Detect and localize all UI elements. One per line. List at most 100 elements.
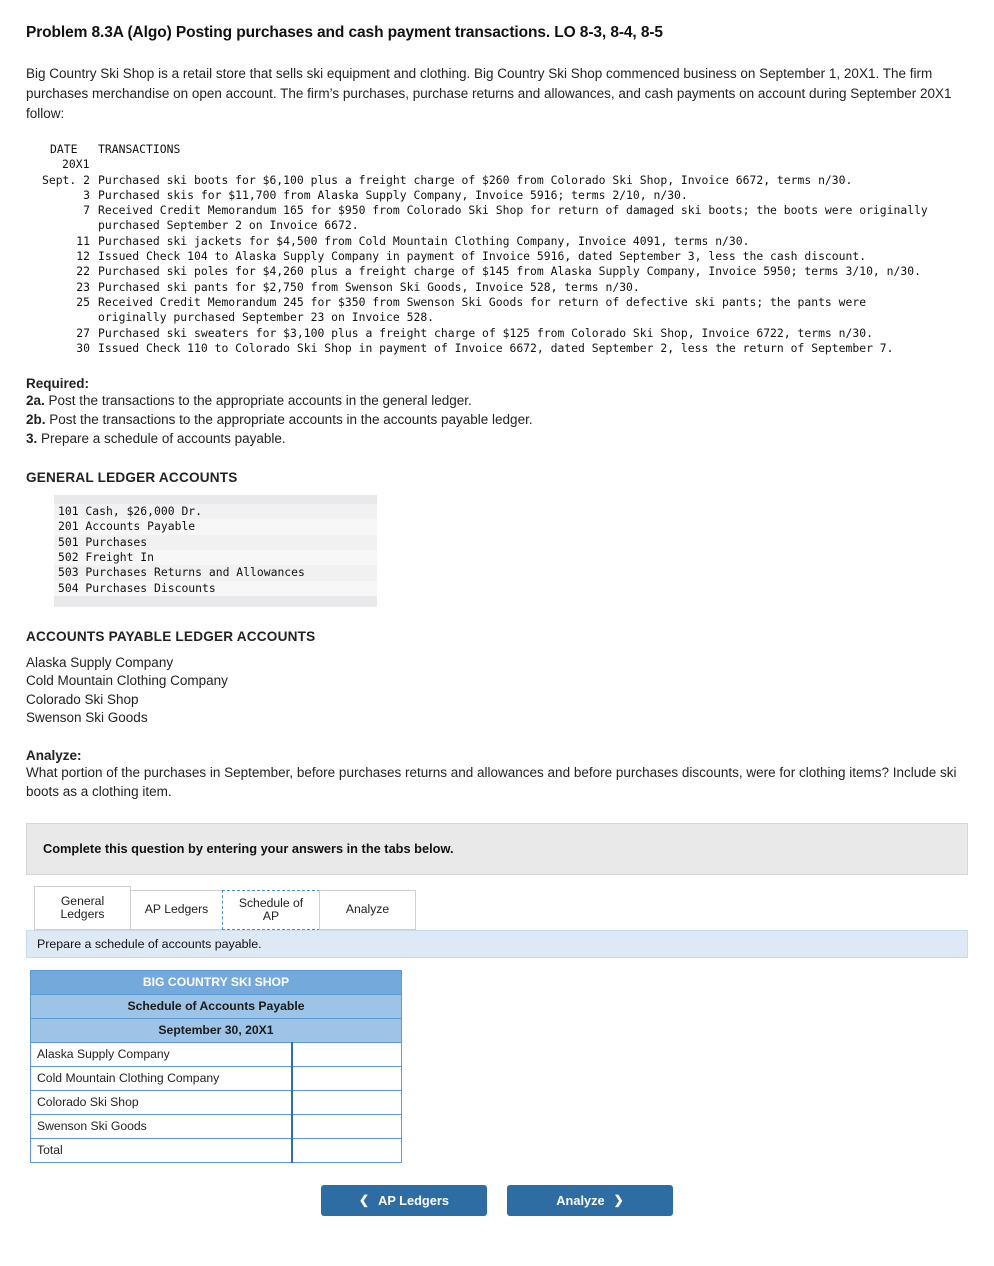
ap-ledger-accounts: Alaska Supply Company Cold Mountain Cloth… [26,654,968,728]
ap-ledger-account: Cold Mountain Clothing Company [26,673,228,689]
required-item-text: Prepare a schedule of accounts payable. [37,431,286,447]
transaction-row: 27 Purchased ski sweaters for $3,100 plus… [28,326,968,341]
schedule-row: Cold Mountain Clothing Company [30,1065,402,1091]
transaction-date: 22 [76,264,90,279]
transaction-date: 11 [76,233,90,248]
analyze-heading: Analyze: [26,747,82,763]
schedule-date: September 30, 20X1 [30,1017,402,1043]
transaction-text: Purchased ski pants for $2,750 from Swen… [98,279,640,294]
required-item-number: 2b. [26,412,46,428]
answer-instruction-text: Complete this question by entering your … [43,841,454,857]
schedule-account-name: Colorado Ski Shop [30,1089,293,1115]
answer-instruction-panel: Complete this question by entering your … [26,822,968,875]
general-ledger-account: 101 Cash, $26,000 Dr. [54,504,377,520]
transaction-date: 25 [76,294,90,309]
ap-ledger-account: Colorado Ski Shop [26,691,139,707]
general-ledger-account: 503 Purchases Returns and Allowances [54,565,377,581]
general-ledger-heading: GENERAL LEDGER ACCOUNTS [26,470,238,486]
schedule-amount-input[interactable] [291,1065,402,1091]
transaction-text: Purchased ski boots for $6,100 plus a fr… [98,172,853,187]
prev-button-label: AP Ledgers [378,1192,449,1208]
answer-tabs: General Ledgers AP Ledgers Schedule of AP An… [34,885,968,930]
transaction-date: 27 [76,325,90,340]
schedule-account-name: Cold Mountain Clothing Company [30,1065,293,1091]
schedule-total-label: Total [30,1137,293,1163]
general-ledger-accounts-box: 101 Cash, $26,000 Dr. 201 Accounts Payabl… [54,495,377,607]
tab-ap-ledgers[interactable]: AP Ledgers [130,889,223,930]
general-ledger-account: 504 Purchases Discounts [54,580,377,596]
transaction-row: Sept. 2 Purchased ski boots for $6,100 pl… [28,173,968,188]
required-section: Required: 2a. Post the transactions to t… [26,376,968,448]
required-item-text: Post the transactions to the appropriate… [44,393,472,409]
next-button-label: Analyze [556,1192,605,1208]
transaction-date: Sept. 2 [41,172,90,187]
schedule-amount-input[interactable] [291,1089,402,1115]
transaction-text: Received Credit Memorandum 165 for $950 … [98,203,928,233]
ap-ledger-account: Swenson Ski Goods [26,710,148,726]
transaction-row: 3 Purchased skis for $11,700 from Alaska … [28,188,968,203]
schedule-row: Swenson Ski Goods [30,1113,402,1139]
required-item-number: 2a. [26,393,45,409]
transaction-row: 25 Received Credit Memorandum 245 for $35… [28,295,968,326]
transaction-date: 3 [83,187,90,202]
required-item: 2a. Post the transactions to the appropr… [26,391,968,410]
general-ledger-account: 502 Freight In [54,550,377,566]
tab-instruction-bar: Prepare a schedule of accounts payable. [26,929,968,958]
ap-ledger-heading: ACCOUNTS PAYABLE LEDGER ACCOUNTS [26,628,316,644]
page-title: Problem 8.3A (Algo) Posting purchases an… [26,24,663,41]
schedule-title: Schedule of Accounts Payable [30,993,402,1019]
intro-paragraph: Big Country Ski Shop is a retail store t… [26,66,952,121]
schedule-total-input[interactable] [291,1137,402,1163]
transaction-rows: Sept. 2 Purchased ski boots for $6,100 pl… [28,173,968,357]
schedule-amount-input[interactable] [291,1041,402,1067]
tab-label: Schedule of AP [238,895,304,923]
tab-label-line2: Ledgers [60,906,105,921]
transactions-table: DATE TRANSACTIONS 20X1 Sept. 2 Purchased … [28,142,968,356]
general-ledger-account: 201 Accounts Payable [54,519,377,535]
schedule-account-name: Alaska Supply Company [30,1041,293,1067]
schedule-of-accounts-payable-table: BIG COUNTRY SKI SHOP Schedule of Account… [30,969,402,1163]
tab-analyze[interactable]: Analyze [319,889,416,930]
required-item: 2b. Post the transactions to the appropr… [26,410,968,429]
required-heading: Required: [26,376,90,392]
schedule-total-row: Total [30,1137,402,1163]
schedule-company-name: BIG COUNTRY SKI SHOP [30,969,402,995]
tab-label: AP Ledgers [144,902,209,917]
ap-ledger-account: Alaska Supply Company [26,654,174,670]
schedule-date-row: September 30, 20X1 [30,1017,402,1043]
next-analyze-button[interactable]: Analyze ❯ [507,1184,673,1216]
navigation-buttons: ❮ AP Ledgers Analyze ❯ [26,1184,968,1216]
transaction-text: Issued Check 104 to Alaska Supply Compan… [98,249,867,264]
tab-general[interactable]: General Ledgers [34,885,131,930]
analyze-text: What portion of the purchases in Septemb… [26,764,957,799]
schedule-amount-input[interactable] [291,1113,402,1139]
tab-label: Analyze [345,902,390,917]
tab-label: General [60,893,105,908]
required-item-text: Post the transactions to the appropriate… [45,412,533,428]
col-date-label: DATE [50,142,78,156]
transaction-text: Received Credit Memorandum 245 for $350 … [98,294,867,325]
problem-page: Problem 8.3A (Algo) Posting purchases an… [0,0,994,1216]
prev-ap-ledgers-button[interactable]: ❮ AP Ledgers [321,1184,487,1216]
schedule-account-name: Swenson Ski Goods [30,1113,293,1139]
transaction-date: 12 [76,249,90,264]
transaction-text: Purchased skis for $11,700 from Alaska S… [98,187,688,202]
transaction-text: Purchased ski jackets for $4,500 from Co… [98,233,750,248]
transaction-row: 23 Purchased ski pants for $2,750 from Sw… [28,280,968,295]
transactions-header: DATE TRANSACTIONS [50,142,968,157]
required-item: 3. Prepare a schedule of accounts payabl… [26,429,968,448]
schedule-row: Alaska Supply Company [30,1041,402,1067]
transaction-text: Purchased ski poles for $4,260 plus a fr… [98,264,921,279]
transaction-date: 23 [76,279,90,294]
transaction-row: 30 Issued Check 110 to Colorado Ski Shop … [28,341,968,356]
transaction-row: 7 Received Credit Memorandum 165 for $950… [28,203,968,234]
transaction-row: 22 Purchased ski poles for $4,260 plus a … [28,264,968,279]
transaction-row: 11 Purchased ski jackets for $4,500 from … [28,234,968,249]
transactions-year: 20X1 [62,157,90,172]
tab-schedule-of-ap[interactable]: Schedule of AP [222,889,320,930]
chevron-right-icon: ❯ [613,1193,624,1208]
transaction-text: Purchased ski sweaters for $3,100 plus a… [98,325,873,340]
transaction-row: 12 Issued Check 104 to Alaska Supply Comp… [28,249,968,264]
general-ledger-account: 501 Purchases [54,534,377,551]
required-item-number: 3. [26,431,38,447]
